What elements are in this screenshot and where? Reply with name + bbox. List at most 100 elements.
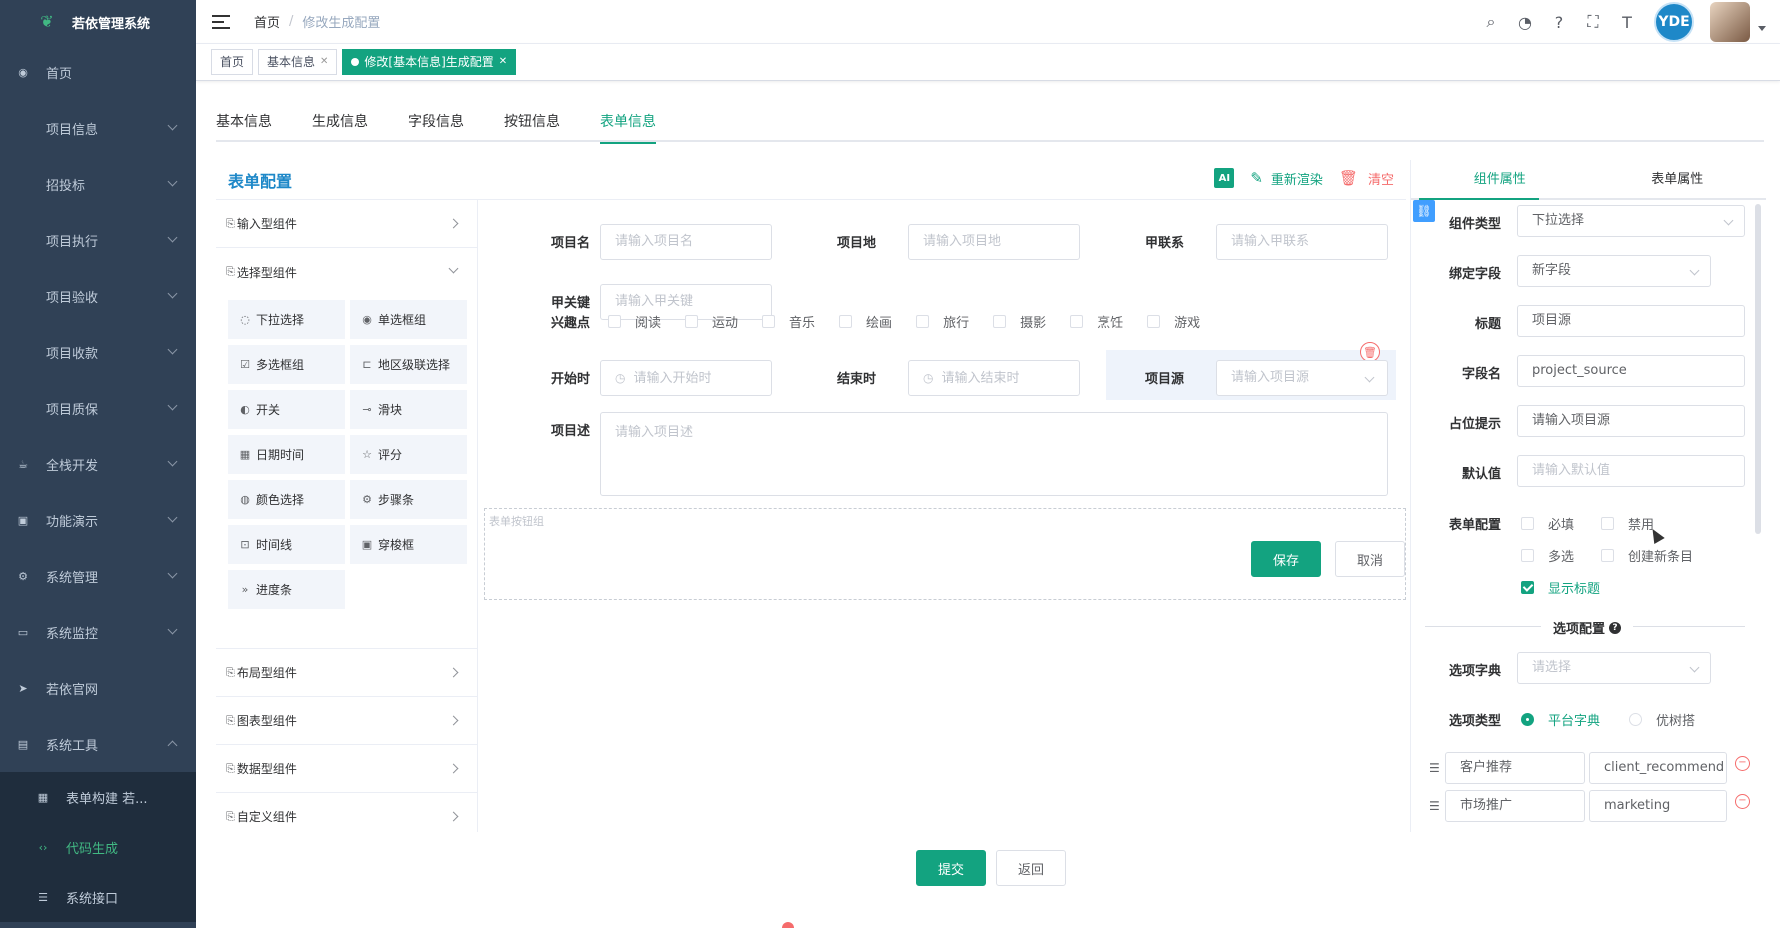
sidebar-item-website[interactable]: ➤ 若依官网 (0, 660, 196, 716)
checkbox-sports[interactable]: 运动 (685, 312, 738, 331)
group-chart-components[interactable]: ⎘ 图表型组件 (216, 697, 477, 745)
submit-button[interactable]: 提交 (916, 850, 986, 886)
group-data-components[interactable]: ⎘ 数据型组件 (216, 745, 477, 793)
sidebar-item-execution[interactable]: 项目执行 (0, 212, 196, 268)
select-bind-field[interactable]: 新字段 (1517, 255, 1711, 287)
group-custom-components[interactable]: ⎘ 自定义组件 (216, 793, 477, 832)
breadcrumb-home[interactable]: 首页 (254, 12, 280, 31)
sidebar-item-bidding[interactable]: 招投标 (0, 156, 196, 212)
comp-slider[interactable]: ⊸ 滑块 (350, 390, 467, 429)
hamburger-icon[interactable] (212, 14, 230, 29)
radio-youshu[interactable]: 优树搭 (1629, 710, 1695, 729)
input-title[interactable]: 项目源 (1517, 305, 1745, 337)
checkbox-painting[interactable]: 绘画 (839, 312, 892, 331)
comp-datetime[interactable]: ▦ 日期时间 (228, 435, 345, 474)
ai-button[interactable]: AI (1214, 168, 1235, 188)
caret-down-icon[interactable] (1758, 25, 1766, 31)
comp-progress[interactable]: » 进度条 (228, 570, 345, 609)
group-input-components[interactable]: ⎘ 输入型组件 (216, 200, 477, 248)
tag-home[interactable]: 首页 (211, 49, 254, 75)
input-default-value[interactable]: 请输入默认值 (1517, 455, 1745, 487)
avatar[interactable] (1710, 2, 1750, 42)
delete-field-icon[interactable]: 🗑 (1360, 342, 1380, 362)
select-component-type[interactable]: 下拉选择 (1517, 205, 1745, 237)
checkbox-disabled[interactable]: 禁用 (1601, 514, 1654, 533)
comp-radio[interactable]: ◉ 单选框组 (350, 300, 467, 339)
sidebar-item-monitor[interactable]: ▭ 系统监控 (0, 604, 196, 660)
input-placeholder[interactable]: 请输入项目源 (1517, 405, 1745, 437)
sidebar-item-acceptance[interactable]: 项目验收 (0, 268, 196, 324)
cancel-button[interactable]: 取消 (1335, 541, 1405, 577)
tab-basic-info[interactable]: 基本信息 (216, 100, 272, 142)
comp-switch[interactable]: ◐ 开关 (228, 390, 345, 429)
remove-option-icon[interactable]: − (1735, 793, 1750, 809)
comp-timeline[interactable]: ⊡ 时间线 (228, 525, 345, 564)
option-label-input[interactable]: 市场推广 (1445, 790, 1585, 822)
comp-rate[interactable]: ☆ 评分 (350, 435, 467, 474)
sidebar-item-system[interactable]: ⚙ 系统管理 (0, 548, 196, 604)
tab-gen-info[interactable]: 生成信息 (312, 100, 368, 142)
scrollbar[interactable] (1755, 204, 1761, 534)
checkbox-create-new[interactable]: 创建新条目 (1601, 546, 1693, 565)
comp-steps[interactable]: ⚙ 步骤条 (350, 480, 467, 519)
sidebar-item-project-info[interactable]: 项目信息 (0, 100, 196, 156)
comp-cascader[interactable]: ⊏ 地区级联选择 (350, 345, 467, 384)
sidebar-subitem-codegen[interactable]: ‹› 代码生成 (0, 822, 196, 872)
help-icon[interactable]: ? (1542, 13, 1576, 32)
textarea-project-desc[interactable]: 请输入项目述 (600, 412, 1388, 496)
option-value-input[interactable]: client_recommend (1589, 752, 1727, 784)
input-start-time[interactable]: ◷ 请输入开始时 (600, 360, 772, 396)
drag-handle-icon[interactable]: ☰ (1429, 799, 1441, 813)
radio-platform-dict[interactable]: 平台字典 (1521, 710, 1600, 729)
checkbox-required[interactable]: 必填 (1521, 514, 1574, 533)
sidebar-item-fullstack[interactable]: ☕ 全栈开发 (0, 436, 196, 492)
close-icon[interactable]: ✕ (320, 50, 328, 74)
comp-color[interactable]: ◍ 颜色选择 (228, 480, 345, 519)
input-project-place[interactable]: 请输入项目地 (908, 224, 1080, 260)
avatar-badge[interactable]: YDE (1654, 2, 1694, 42)
drag-handle-icon[interactable]: ☰ (1429, 761, 1441, 775)
sidebar-item-tools[interactable]: ▤ 系统工具 (0, 716, 196, 772)
save-button[interactable]: 保存 (1251, 541, 1321, 577)
tag-edit-config[interactable]: 修改[基本信息]生成配置 ✕ (342, 49, 517, 75)
comp-transfer[interactable]: ▣ 穿梭框 (350, 525, 467, 564)
select-project-source[interactable]: 请输入项目源 (1216, 360, 1388, 396)
checkbox-travel[interactable]: 旅行 (916, 312, 969, 331)
comp-checkbox[interactable]: ☑ 多选框组 (228, 345, 345, 384)
comp-select[interactable]: ◌ 下拉选择 (228, 300, 345, 339)
tab-form-info[interactable]: 表单信息 (600, 100, 656, 144)
checkbox-cooking[interactable]: 烹饪 (1070, 312, 1123, 331)
group-select-components[interactable]: ⎘ 选择型组件 (216, 248, 477, 296)
tab-button-info[interactable]: 按钮信息 (504, 100, 560, 142)
remove-option-icon[interactable]: − (1735, 755, 1750, 771)
checkbox-reading[interactable]: 阅读 (608, 312, 661, 331)
checkbox-show-label[interactable]: 显示标题 (1521, 578, 1600, 597)
tab-component-props[interactable]: 组件属性 (1411, 160, 1589, 200)
input-contact[interactable]: 请输入甲联系 (1216, 224, 1388, 260)
fullscreen-icon[interactable]: ⛶ (1576, 12, 1610, 32)
group-layout-components[interactable]: ⎘ 布局型组件 (216, 649, 477, 697)
sidebar-item-demo[interactable]: ▣ 功能演示 (0, 492, 196, 548)
checkbox-music[interactable]: 音乐 (762, 312, 815, 331)
search-icon[interactable]: ⌕ (1474, 12, 1508, 32)
app-logo[interactable]: ❦ 若依管理系统 (0, 0, 196, 44)
checkbox-multiple[interactable]: 多选 (1521, 546, 1574, 565)
select-options-dict[interactable]: 请选择 (1517, 652, 1711, 684)
rerender-button[interactable]: ✎ 重新渲染 (1250, 169, 1323, 188)
sidebar-item-warranty[interactable]: 项目质保 (0, 380, 196, 436)
option-value-input[interactable]: marketing (1589, 790, 1727, 822)
tab-form-props[interactable]: 表单属性 (1589, 160, 1767, 198)
option-label-input[interactable]: 客户推荐 (1445, 752, 1585, 784)
sidebar-subitem-form-builder[interactable]: ▦ 表单构建 若... (0, 772, 196, 822)
sidebar-item-home[interactable]: ◉ 首页 (0, 44, 196, 100)
input-end-time[interactable]: ◷ 请输入结束时 (908, 360, 1080, 396)
close-icon[interactable]: ✕ (499, 50, 507, 74)
sidebar-item-collection[interactable]: 项目收款 (0, 324, 196, 380)
checkbox-game[interactable]: 游戏 (1147, 312, 1200, 331)
checkbox-photo[interactable]: 摄影 (993, 312, 1046, 331)
tag-basic-info[interactable]: 基本信息 ✕ (258, 49, 338, 75)
button-group-zone[interactable]: 表单按钮组 保存 取消 (484, 508, 1406, 600)
font-size-icon[interactable]: T (1610, 13, 1644, 32)
back-button[interactable]: 返回 (996, 850, 1066, 886)
tab-field-info[interactable]: 字段信息 (408, 100, 464, 142)
